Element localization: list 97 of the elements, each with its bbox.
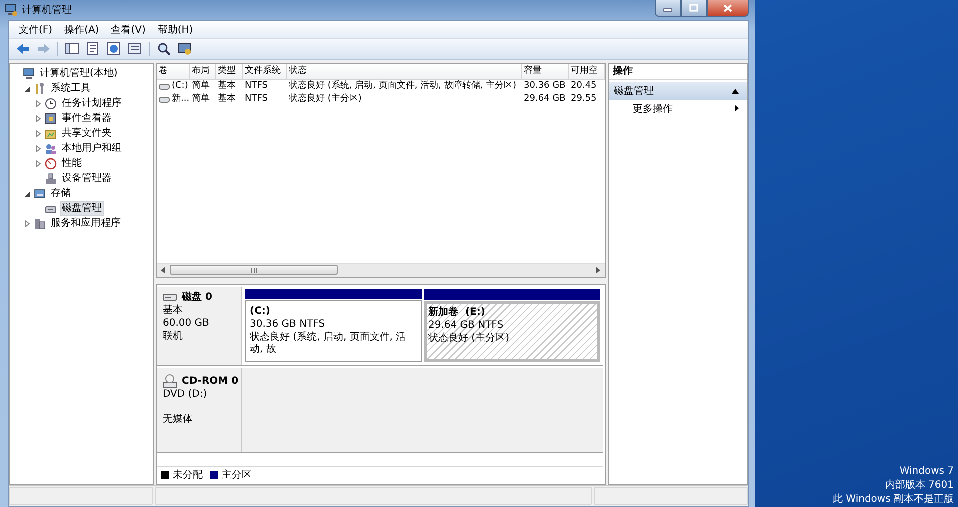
desktop-notice: Windows 7	[900, 465, 954, 479]
column-header[interactable]: 布局	[190, 64, 216, 79]
disk-info: 60.00 GB	[163, 318, 210, 330]
tree-item[interactable]: 服务和应用程序	[49, 217, 123, 230]
list-view-button[interactable]	[126, 40, 144, 58]
partition-status: 状态良好 (系统, 启动, 页面文件, 活动, 故	[250, 332, 408, 356]
tree-item[interactable]: 本地用户和组	[60, 142, 124, 155]
column-header[interactable]: 类型	[216, 64, 243, 79]
expanded-arrow-icon[interactable]	[23, 190, 31, 198]
grip-icon	[250, 268, 258, 272]
collapse-icon[interactable]	[732, 88, 739, 94]
disk-info: DVD (D:)	[163, 389, 208, 401]
table-cell: 29.64 GB	[524, 93, 566, 106]
collapsed-arrow-icon[interactable]	[34, 114, 42, 122]
list-view-icon	[128, 42, 142, 56]
tree-item[interactable]: 性能	[60, 157, 84, 170]
back-icon	[14, 42, 30, 56]
tree-item[interactable]: 计算机管理(本地)	[38, 67, 120, 80]
menu-item[interactable]: 帮助(H)	[152, 22, 200, 36]
right-arrow-icon	[596, 267, 601, 274]
minimize-button[interactable]	[655, 0, 681, 17]
table-cell: 简单	[192, 93, 210, 106]
table-cell: 基本	[218, 93, 236, 106]
table-cell: NTFS	[245, 80, 268, 93]
tree-item[interactable]: 设备管理器	[60, 172, 114, 185]
maximize-icon	[689, 4, 699, 12]
collapsed-arrow-icon[interactable]	[34, 130, 42, 138]
desktop-notice: 此 Windows 副本不是正版	[833, 493, 954, 507]
forward-icon	[36, 42, 50, 56]
drive-icon	[159, 82, 170, 90]
menu-item[interactable]: 操作(A)	[58, 22, 106, 36]
pane-header: 操作	[609, 64, 747, 80]
disk-info: 联机	[163, 331, 184, 343]
legend-label: 主分区	[222, 468, 252, 482]
partition-size: 29.64 GB NTFS	[428, 320, 505, 332]
tree-item[interactable]: 磁盘管理	[60, 201, 104, 216]
disk-info: 基本	[163, 305, 184, 317]
search-icon	[156, 42, 172, 56]
menu-item[interactable]: 文件(F)	[13, 22, 59, 36]
table-cell: 20.45	[571, 80, 597, 93]
menu-item[interactable]: 查看(V)	[105, 22, 152, 36]
submenu-arrow-icon	[735, 105, 739, 112]
collapsed-arrow-icon[interactable]	[23, 220, 31, 228]
tools-icon	[34, 82, 46, 94]
column-header[interactable]: 卷	[157, 64, 190, 79]
computer-icon	[23, 68, 35, 80]
desktop-notice: 内部版本 7601	[885, 479, 954, 493]
partition-block[interactable]: 新加卷 (E:) 29.64 GB NTFS 状态良好 (主分区)	[424, 301, 600, 362]
disk-name: CD-ROM 0	[182, 376, 239, 386]
table-cell: 新...	[172, 93, 190, 106]
partition-status: 状态良好 (主分区)	[428, 333, 510, 345]
maximize-button[interactable]	[681, 0, 707, 17]
clock-icon	[45, 98, 57, 110]
legend-label: 未分配	[173, 468, 203, 482]
close-icon	[723, 4, 733, 12]
table-cell: (C:)	[172, 80, 188, 93]
left-arrow-icon	[161, 267, 166, 274]
properties-icon	[86, 42, 100, 56]
column-header[interactable]: 容量	[522, 64, 569, 79]
cd-drive-icon	[163, 374, 177, 388]
collapsed-arrow-icon[interactable]	[34, 100, 42, 108]
partition-title: (C:)	[250, 306, 272, 318]
collapsed-arrow-icon[interactable]	[34, 144, 42, 152]
window-title: 计算机管理	[22, 4, 72, 17]
disk-settings-button[interactable]	[176, 40, 194, 58]
disk-info: 无媒体	[163, 414, 194, 426]
users-icon	[45, 142, 57, 154]
tree-item[interactable]: 系统工具	[49, 82, 93, 95]
table-cell: 简单	[192, 80, 210, 93]
tree-item[interactable]: 存储	[49, 187, 73, 200]
column-header[interactable]: 状态	[287, 64, 522, 79]
gauge-icon	[45, 158, 57, 170]
collapsed-arrow-icon[interactable]	[34, 160, 42, 168]
column-header[interactable]: 文件系统	[243, 64, 287, 79]
scrollbar-thumb[interactable]	[170, 265, 338, 275]
partition-size: 30.36 GB NTFS	[250, 319, 326, 331]
action-item[interactable]: 更多操作	[609, 100, 747, 117]
partition-block[interactable]: (C:) 30.36 GB NTFS 状态良好 (系统, 启动, 页面文件, 活动, 故	[245, 300, 422, 362]
action-section[interactable]: 磁盘管理	[609, 82, 747, 100]
shared-folder-icon	[45, 128, 57, 140]
table-cell: NTFS	[245, 93, 268, 106]
disk-name: 磁盘 0	[182, 290, 212, 304]
column-header[interactable]: 可用空	[569, 64, 605, 79]
table-cell: 30.36 GB	[524, 80, 566, 93]
tree-item[interactable]: 事件查看器	[60, 112, 114, 125]
tree-item[interactable]: 共享文件夹	[60, 127, 114, 140]
expanded-arrow-icon[interactable]	[23, 84, 31, 92]
tree-item[interactable]: 任务计划程序	[60, 97, 124, 110]
help-button[interactable]	[105, 40, 123, 58]
partition-title: 新加卷 (E:)	[428, 307, 486, 319]
table-cell: 29.55	[571, 93, 597, 106]
console-tree-icon	[64, 42, 80, 56]
table-cell: 状态良好 (主分区)	[289, 93, 362, 106]
table-cell: 基本	[218, 80, 236, 93]
drive-icon	[159, 96, 170, 104]
table-cell: 状态良好 (系统, 启动, 页面文件, 活动, 故障转储, 主分区)	[289, 80, 516, 93]
close-button[interactable]	[707, 0, 749, 17]
